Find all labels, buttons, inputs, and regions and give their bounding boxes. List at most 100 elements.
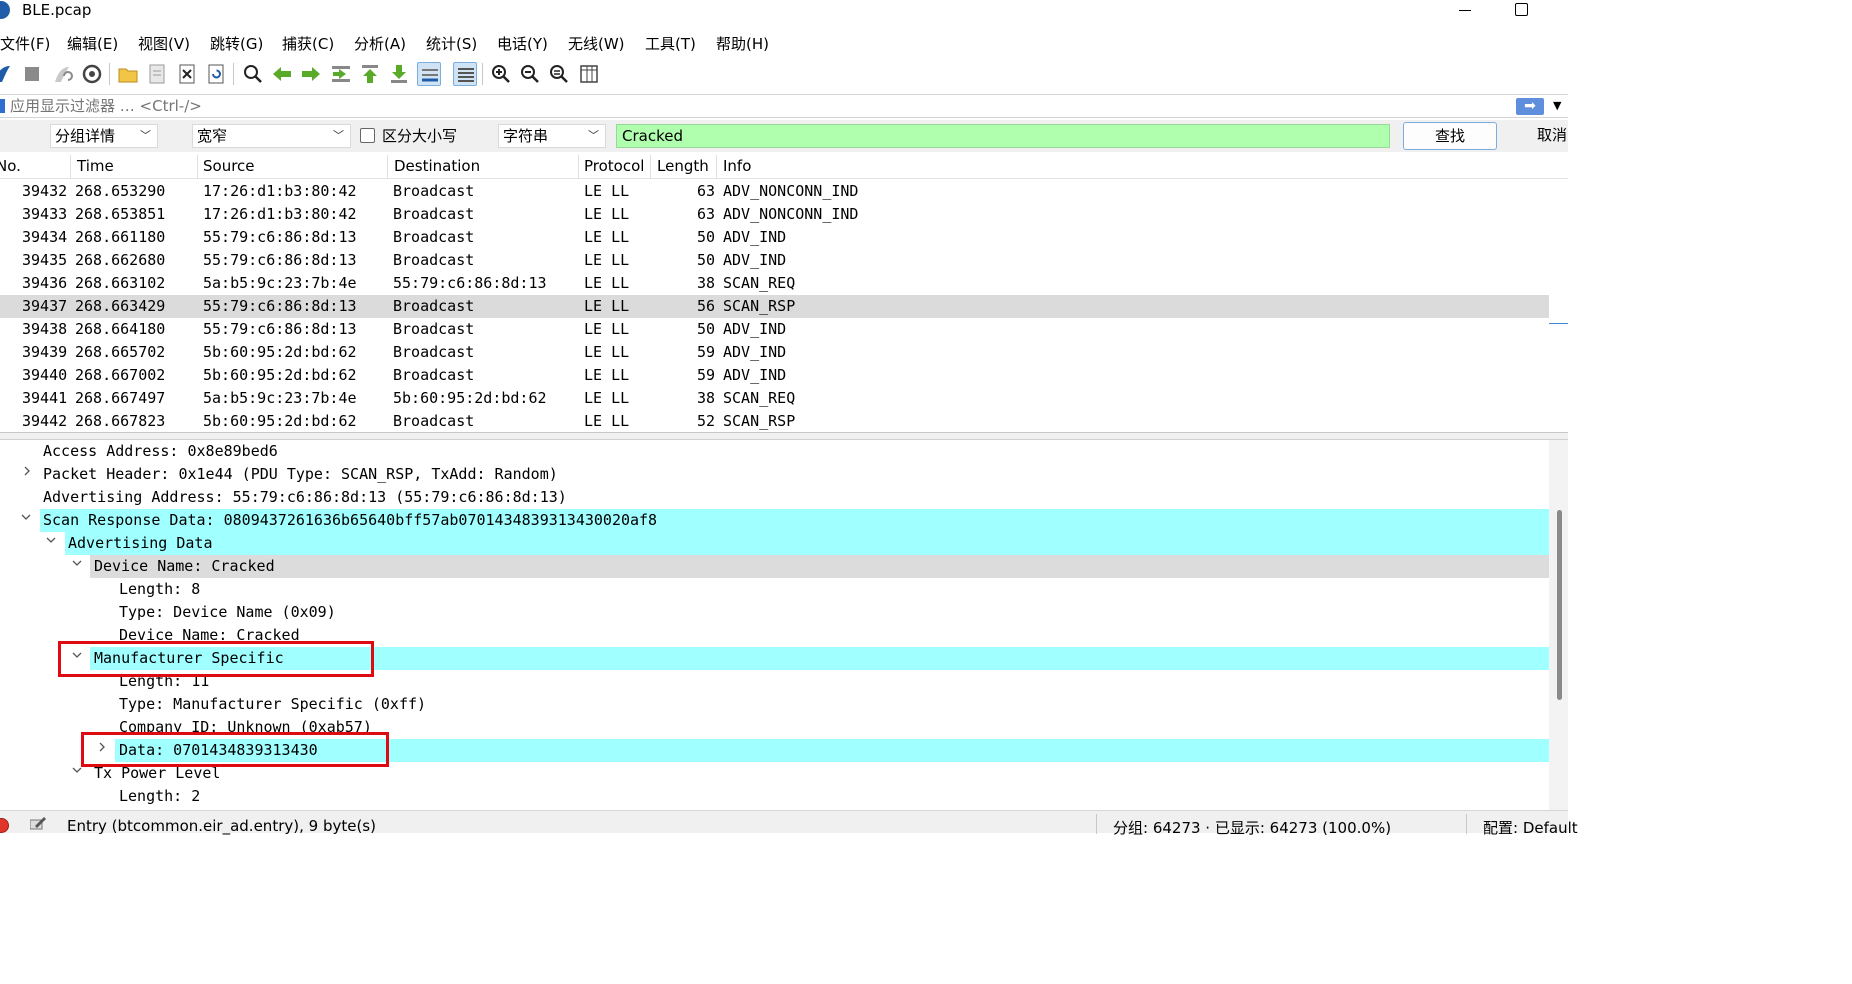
packet-row[interactable]: 39439 268.665702 5b:60:95:2d:bd:62 Broad… (0, 341, 1549, 364)
packet-protocol: LE LL (584, 320, 630, 338)
column-divider[interactable] (650, 155, 651, 179)
details-scrollbar-thumb[interactable] (1557, 510, 1562, 700)
menu-wireless[interactable]: 无线(W) (568, 33, 625, 54)
menu-edit[interactable]: 编辑(E) (67, 33, 118, 54)
resize-columns-icon[interactable] (577, 62, 601, 86)
colorize-list-icon[interactable] (453, 62, 477, 86)
chevron-right-icon[interactable] (22, 466, 32, 476)
display-filter-bar: ➡ ▼ (0, 94, 1568, 118)
packet-list: 39432 268.653290 17:26:d1:b3:80:42 Broad… (0, 180, 1568, 432)
column-divider[interactable] (578, 155, 579, 179)
chevron-down-icon[interactable] (21, 512, 31, 522)
chevron-down-icon[interactable]: ▼ (1553, 99, 1561, 112)
menu-help[interactable]: 帮助(H) (716, 33, 769, 54)
stop-capture-icon[interactable] (20, 62, 44, 86)
packet-time: 268.667497 (75, 389, 166, 407)
packet-row[interactable]: 39438 268.664180 55:79:c6:86:8d:13 Broad… (0, 318, 1549, 341)
packet-row[interactable]: 39433 268.653851 17:26:d1:b3:80:42 Broad… (0, 203, 1549, 226)
tree-item[interactable]: Packet Header: 0x1e44 (PDU Type: SCAN_RS… (0, 463, 1549, 486)
tree-item[interactable]: Scan Response Data: 0809437261636b65640b… (0, 509, 1549, 532)
find-text-input[interactable]: Cracked (616, 124, 1390, 148)
go-forward-icon[interactable] (299, 62, 323, 86)
zoom-out-icon[interactable] (518, 62, 542, 86)
start-capture-icon[interactable] (0, 62, 14, 86)
packet-row[interactable]: 39442 268.667823 5b:60:95:2d:bd:62 Broad… (0, 410, 1549, 433)
packet-row[interactable]: 39440 268.667002 5b:60:95:2d:bd:62 Broad… (0, 364, 1549, 387)
packet-list-scrollbar[interactable] (1549, 323, 1568, 324)
tree-item[interactable]: Type: Manufacturer Specific (0xff) (0, 693, 1549, 716)
column-divider[interactable] (70, 155, 71, 179)
packet-row[interactable]: 39432 268.653290 17:26:d1:b3:80:42 Broad… (0, 180, 1549, 203)
packet-source: 55:79:c6:86:8d:13 (203, 251, 357, 269)
packet-length: 38 (697, 274, 716, 292)
column-divider[interactable] (716, 155, 717, 179)
zoom-in-icon[interactable] (489, 62, 513, 86)
last-packet-icon[interactable] (387, 62, 411, 86)
menu-view[interactable]: 视图(V) (138, 33, 190, 54)
go-to-packet-icon[interactable] (329, 62, 353, 86)
packet-source: 5b:60:95:2d:bd:62 (203, 343, 357, 361)
column-source[interactable]: Source (203, 157, 255, 175)
reload-file-icon[interactable] (204, 62, 228, 86)
char-width-select[interactable]: 宽窄 ﹀ (192, 124, 351, 148)
search-type-select[interactable]: 字符串 ﹀ (498, 124, 606, 148)
display-filter-input[interactable] (10, 96, 1500, 116)
packet-row[interactable]: 39441 268.667497 5a:b5:9c:23:7b:4e 5b:60… (0, 387, 1549, 410)
column-info[interactable]: Info (723, 157, 751, 175)
column-divider[interactable] (387, 155, 388, 179)
find-packet-bar: 分组详情 ﹀ 宽窄 ﹀ 区分大小写 字符串 ﹀ Cracked 查找 取消 (0, 120, 1568, 152)
pane-splitter[interactable] (0, 432, 1568, 440)
open-file-icon[interactable] (116, 62, 140, 86)
close-file-icon[interactable] (175, 62, 199, 86)
capture-comment-icon[interactable] (30, 816, 46, 830)
tree-item[interactable]: Advertising Address: 55:79:c6:86:8d:13 (… (0, 486, 1549, 509)
expert-info-icon[interactable] (0, 818, 9, 833)
tree-item-label: Length: 8 (119, 580, 201, 598)
menu-go[interactable]: 跳转(G) (210, 33, 263, 54)
column-length[interactable]: Length (657, 157, 709, 175)
tree-item[interactable]: Access Address: 0x8e89bed6 (0, 440, 1549, 463)
chevron-down-icon[interactable] (46, 535, 56, 545)
menu-analyze[interactable]: 分析(A) (354, 33, 406, 54)
apply-filter-icon[interactable]: ➡ (1516, 98, 1544, 115)
cancel-button[interactable]: 取消 (1508, 122, 1578, 150)
packet-row[interactable]: 39436 268.663102 5a:b5:9c:23:7b:4e 55:79… (0, 272, 1549, 295)
find-button[interactable]: 查找 (1403, 122, 1497, 150)
packet-row[interactable]: 39435 268.662680 55:79:c6:86:8d:13 Broad… (0, 249, 1549, 272)
zoom-normal-icon[interactable] (547, 62, 571, 86)
tree-item[interactable]: Advertising Data (0, 532, 1549, 555)
menu-statistics[interactable]: 统计(S) (426, 33, 477, 54)
auto-scroll-icon[interactable] (417, 62, 441, 86)
case-sensitive-checkbox[interactable] (360, 128, 375, 143)
chevron-down-icon[interactable] (72, 558, 82, 568)
tree-item[interactable]: Length: 2 (0, 785, 1549, 808)
column-protocol[interactable]: Protocol (584, 157, 644, 175)
maximize-icon[interactable] (1515, 3, 1528, 16)
menu-capture[interactable]: 捕获(C) (282, 33, 334, 54)
restart-capture-icon[interactable] (50, 62, 74, 86)
status-profile[interactable]: 配置: Default (1483, 817, 1578, 838)
packet-row-selected[interactable]: 39437 268.663429 55:79:c6:86:8d:13 Broad… (0, 295, 1549, 318)
column-no[interactable]: No. (0, 157, 21, 175)
column-time[interactable]: Time (77, 157, 114, 175)
status-bar: Entry (btcommon.eir_ad.entry), 9 byte(s)… (0, 810, 1578, 837)
menu-telephony[interactable]: 电话(Y) (497, 33, 548, 54)
menu-file[interactable]: 文件(F) (0, 33, 50, 54)
column-divider[interactable] (197, 155, 198, 179)
tree-item[interactable]: Device Name: Cracked (0, 555, 1549, 578)
menu-tools[interactable]: 工具(T) (645, 33, 696, 54)
first-packet-icon[interactable] (358, 62, 382, 86)
tree-item[interactable]: Length: 8 (0, 578, 1549, 601)
column-destination[interactable]: Destination (394, 157, 480, 175)
packet-source: 55:79:c6:86:8d:13 (203, 228, 357, 246)
go-back-icon[interactable] (270, 62, 294, 86)
find-packet-icon[interactable] (241, 62, 265, 86)
packet-row[interactable]: 39434 268.661180 55:79:c6:86:8d:13 Broad… (0, 226, 1549, 249)
search-in-select[interactable]: 分组详情 ﹀ (50, 124, 158, 148)
capture-options-icon[interactable] (80, 62, 104, 86)
filter-bookmark-icon[interactable] (0, 99, 5, 113)
tree-item-label: Device Name: Cracked (94, 557, 275, 575)
save-file-icon[interactable] (145, 62, 169, 86)
tree-item[interactable]: Type: Device Name (0x09) (0, 601, 1549, 624)
minimize-icon[interactable] (1457, 0, 1477, 22)
